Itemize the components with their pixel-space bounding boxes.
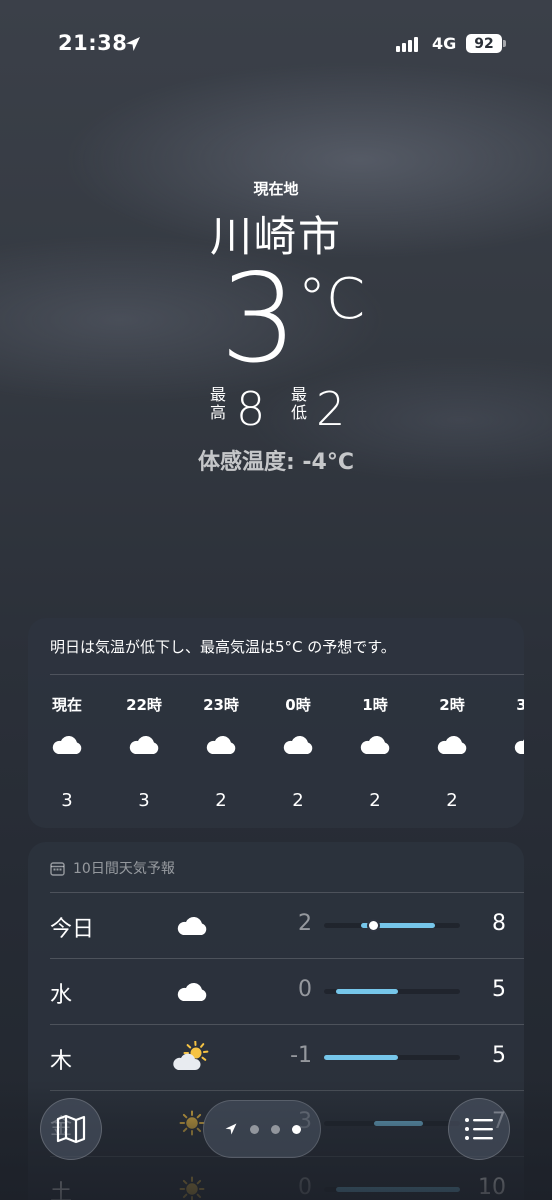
map-button[interactable] — [40, 1098, 102, 1160]
temp-range-bar — [324, 989, 460, 994]
hourly-forecast-card[interactable]: 明日は気温が低下し、最高気温は5°C の予想です。 現在 3 22時 3 23時 2 0時 2… — [28, 618, 524, 828]
cloud-icon — [263, 714, 333, 774]
high-temp: 5 — [492, 1043, 506, 1068]
temp-range-fill — [324, 1055, 399, 1060]
hourly-list[interactable]: 現在322時323時20時21時22時23時2 — [28, 694, 524, 824]
temp-range-fill — [336, 989, 399, 994]
hour-label: 22時 — [126, 696, 162, 714]
battery-icon: 92 — [466, 34, 502, 53]
hour-label: 0時 — [285, 696, 311, 714]
hour-temp: 2 — [215, 790, 227, 811]
hour-label: 1時 — [362, 696, 388, 714]
high-temp: 8 — [492, 911, 506, 936]
low-temp: -1 — [290, 1043, 312, 1068]
high-temp: 5 — [492, 977, 506, 1002]
hourly-item: 22時 3 — [109, 694, 179, 811]
page-dot — [291, 1124, 301, 1134]
list-icon — [465, 1118, 493, 1140]
current-temp-dot — [369, 921, 378, 930]
day-label: 今日 — [50, 917, 95, 942]
daily-row[interactable]: 今日 2 8 — [28, 893, 524, 958]
status-time: 21:38 — [58, 31, 128, 55]
ten-day-header: 10日間天気予報 — [50, 858, 175, 878]
hourly-item: 現在 3 — [32, 694, 102, 811]
status-bar: 21:38 4G 92 — [0, 0, 552, 92]
high-low: 最高 8 最低 2 — [0, 384, 552, 434]
hour-temp: 3 — [61, 790, 73, 811]
divider — [50, 674, 524, 675]
cloud-icon — [109, 714, 179, 774]
high-label: 最高 — [209, 385, 226, 422]
day-label: 木 — [50, 1049, 73, 1074]
partly-sunny-icon — [172, 1039, 212, 1075]
battery-tip — [503, 40, 506, 47]
forecast-summary: 明日は気温が低下し、最高気温は5°C の予想です。 — [50, 638, 396, 656]
low-label: 最低 — [290, 385, 307, 422]
calendar-icon — [50, 861, 65, 876]
hour-temp: 2 — [446, 790, 458, 811]
hourly-item: 3時 2 — [494, 694, 524, 811]
cloud-icon — [32, 714, 102, 774]
cloud-icon — [186, 714, 256, 774]
page-indicator[interactable] — [203, 1100, 321, 1158]
hour-label: 3時 — [516, 696, 524, 714]
cloud-icon — [172, 973, 212, 1009]
high-value: 8 — [236, 382, 266, 436]
map-icon — [56, 1114, 86, 1144]
hour-temp: 3 — [138, 790, 150, 811]
low-temp: 0 — [298, 977, 312, 1002]
day-label: 水 — [50, 983, 73, 1008]
signal-icon — [396, 37, 418, 52]
temp-range-bar — [324, 921, 460, 930]
hour-label: 2時 — [439, 696, 465, 714]
location-arrow-icon — [126, 37, 140, 51]
cloud-icon — [417, 714, 487, 774]
hour-label: 現在 — [51, 696, 82, 714]
hourly-item: 2時 2 — [417, 694, 487, 811]
hourly-item: 23時 2 — [186, 694, 256, 811]
network-type: 4G — [432, 34, 457, 53]
temp-value: 3 — [220, 248, 298, 390]
current-temperature: 3 °C — [0, 258, 552, 384]
cloud-icon — [172, 907, 212, 943]
hour-temp: 2 — [369, 790, 381, 811]
temp-unit: °C — [298, 267, 366, 332]
page-dot — [270, 1124, 280, 1134]
cloud-icon — [340, 714, 410, 774]
location-arrow-icon — [225, 1123, 236, 1135]
low-value: 2 — [316, 382, 346, 436]
hourly-item: 0時 2 — [263, 694, 333, 811]
feels-like: 体感温度: -4°C — [197, 450, 355, 475]
daily-row[interactable]: 水 0 5 — [28, 959, 524, 1024]
hourly-item: 1時 2 — [340, 694, 410, 811]
hour-temp: 2 — [292, 790, 304, 811]
ten-day-title: 10日間天気予報 — [73, 861, 175, 877]
list-button[interactable] — [448, 1098, 510, 1160]
location-label: 現在地 — [253, 180, 299, 198]
hour-temp: 2 — [494, 790, 524, 811]
low-temp: 2 — [298, 911, 312, 936]
hour-label: 23時 — [203, 696, 239, 714]
current-weather: 現在地 川崎市 3 °C — [0, 178, 552, 384]
cloud-icon — [494, 714, 524, 774]
temp-range-bar — [324, 1055, 460, 1060]
page-dot — [249, 1124, 259, 1134]
